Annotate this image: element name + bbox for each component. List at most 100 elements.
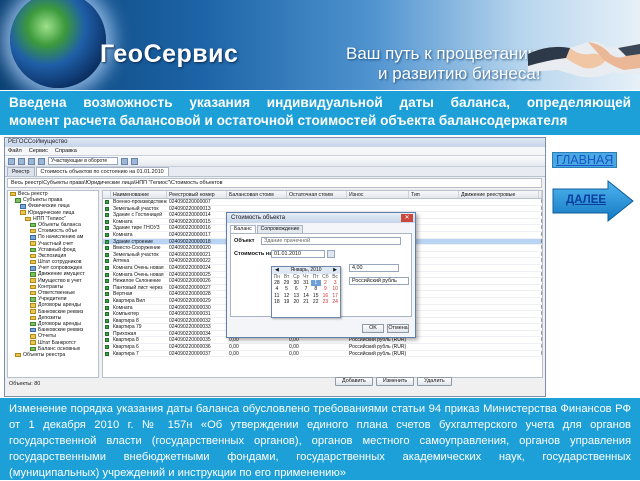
tree-item[interactable]: Объекты реестра xyxy=(8,352,98,358)
column-header[interactable]: Движение реестровые xyxy=(459,191,539,198)
main-page-link[interactable]: ГЛАВНАЯ xyxy=(552,152,618,168)
calendar-grid: Пн Вт Ср Чт Пт Сб Вс 28 29 30 31 1 2 3 4 5 6 7 8 9 10 11 12 13 1… xyxy=(272,274,340,305)
calendar-day[interactable]: 23 xyxy=(321,299,331,305)
column-header[interactable]: Износ xyxy=(347,191,409,198)
table-cell: 01.01.2010 xyxy=(539,298,542,304)
back-icon[interactable] xyxy=(8,157,15,165)
cancel-button[interactable]: Отмена xyxy=(387,324,409,333)
calendar-day[interactable]: 22 xyxy=(311,299,321,305)
table-row[interactable]: Квартира 7 024090220000037 0,00 0,00 Российс… xyxy=(103,351,542,358)
next-label: ДАЛЕЕ xyxy=(566,194,607,206)
table-cell: 01.01.2010 xyxy=(539,219,542,225)
table-cell: 01.01.2010 xyxy=(539,212,542,218)
close-icon[interactable]: ✕ xyxy=(401,214,413,222)
export-icon[interactable] xyxy=(131,157,138,165)
table-cell: 01.01.2010 xyxy=(539,239,542,245)
table-cell xyxy=(409,298,459,304)
folder-icon xyxy=(30,259,36,265)
folder-icon xyxy=(30,241,36,246)
status-icon xyxy=(105,298,109,303)
table-cell: 024090220000030 xyxy=(169,304,211,311)
table-cell: 024090220000021 xyxy=(169,251,211,258)
menu-help[interactable]: Справка xyxy=(55,147,77,155)
folder-icon xyxy=(30,346,36,352)
status-icon xyxy=(105,279,109,284)
table-row[interactable]: Квартира 6 024090220000036 0,00 0,00 Российс… xyxy=(103,344,542,351)
table-cell: Пантовый лист через xyxy=(113,284,163,291)
column-header[interactable]: Остаточная стоим xyxy=(287,191,347,198)
dialog-tab-support[interactable]: Сопровождение xyxy=(256,225,304,233)
table-cell: Нежилое Склонение xyxy=(113,278,161,284)
table-cell: Комната Очень новая xyxy=(113,264,164,271)
table-row[interactable]: Квартира 8 024090220000035 0,00 0,00 Российс… xyxy=(103,337,542,345)
calendar-day[interactable]: 21 xyxy=(301,299,311,305)
status-count: Объекты: 80 xyxy=(9,381,41,387)
currency-field[interactable]: Российский рубль xyxy=(349,277,409,285)
edit-button[interactable]: Изменить xyxy=(375,377,415,386)
next-button[interactable]: ДАЛЕЕ xyxy=(552,180,634,222)
slogan-line-2: и развитию бизнеса! xyxy=(378,64,541,83)
calendar-day[interactable]: 19 xyxy=(282,299,292,305)
folder-icon xyxy=(30,235,36,240)
menu-bar: Файл Сервис Справка xyxy=(5,147,545,156)
dialog-tab-balance[interactable]: Баланс xyxy=(230,225,256,233)
ok-button[interactable]: OK xyxy=(362,324,384,333)
column-header[interactable]: Балансовая стоим xyxy=(227,191,287,198)
status-icon xyxy=(105,246,109,251)
column-header[interactable]: Дата xyxy=(539,191,542,198)
table-cell: Здание строение xyxy=(113,238,153,245)
table-cell: 0,00 xyxy=(289,350,299,357)
tab-registry[interactable]: Реестр xyxy=(7,167,35,176)
next-month-icon[interactable]: ▶ xyxy=(333,267,337,274)
logo-text: ГеоСервис xyxy=(100,40,239,68)
status-icon xyxy=(105,272,109,277)
app-window: РЕГОССоИмущество Файл Сервис Справка Уча… xyxy=(4,137,546,397)
search-icon[interactable] xyxy=(38,157,45,165)
table-cell: 01.01.2010 xyxy=(539,265,542,271)
calendar-day[interactable]: 20 xyxy=(291,299,301,305)
dialog-titlebar: Стоимость объекта ✕ xyxy=(227,213,415,223)
table-cell xyxy=(409,278,459,284)
filter-select[interactable]: Участвующие в обороте xyxy=(48,157,118,165)
column-header[interactable]: Наименование xyxy=(111,191,167,198)
table-cell: Здание с Гостиницей xyxy=(113,212,163,218)
table-cell: 024090220000013 xyxy=(169,205,211,212)
table-cell: Здание тире ГНОУЗ xyxy=(113,225,160,231)
print-icon[interactable] xyxy=(121,157,128,165)
table-cell: Земельный участок xyxy=(113,251,159,258)
table-cell: Земельный участок xyxy=(113,205,159,212)
action-buttons: Добавить Изменить Удалить xyxy=(335,377,452,386)
object-field[interactable]: Здание прачечной xyxy=(261,237,401,245)
table-cell xyxy=(409,344,459,350)
table-cell xyxy=(459,331,539,337)
tab-object-value[interactable]: Стоимость объектов по состоянию на 01.01… xyxy=(35,167,169,176)
table-header: Наименование Реестровый номер Балансовая с… xyxy=(103,191,542,199)
calendar-day[interactable]: 24 xyxy=(330,299,340,305)
prev-month-icon[interactable]: ◀ xyxy=(275,267,279,274)
folder-icon xyxy=(30,327,36,333)
refresh-icon[interactable] xyxy=(28,157,35,165)
table-cell: 01.01.2010 xyxy=(539,324,542,330)
column-header[interactable]: Реестровый номер xyxy=(167,191,227,198)
add-button[interactable]: Добавить xyxy=(335,377,373,386)
table-cell: Вместо-Сооружение xyxy=(113,245,161,251)
forward-icon[interactable] xyxy=(18,157,25,165)
table-row[interactable]: Военно-производственное024090220000007 01… xyxy=(103,199,542,206)
table-cell: 01.01.2010 xyxy=(539,337,542,343)
table-cell xyxy=(459,265,539,271)
column-header[interactable]: Тип xyxy=(409,191,459,198)
table-cell xyxy=(409,272,459,278)
amount-field[interactable]: 4,00 xyxy=(349,264,399,272)
table-cell: 01.01.2010 xyxy=(539,272,542,278)
delete-button[interactable]: Удалить xyxy=(417,377,452,386)
menu-file[interactable]: Файл xyxy=(8,147,22,155)
table-cell: Комната Очень новая xyxy=(113,271,164,278)
date-field[interactable]: 01.01.2010 xyxy=(271,250,325,258)
table-cell: 01.01.2010 xyxy=(539,318,542,324)
table-cell xyxy=(459,232,539,238)
menu-service[interactable]: Сервис xyxy=(29,147,48,155)
calendar-day[interactable]: 18 xyxy=(272,299,282,305)
table-cell: 024090220000020 xyxy=(169,245,211,251)
column-header[interactable] xyxy=(103,191,111,198)
calendar-dropdown-icon[interactable] xyxy=(327,250,335,258)
